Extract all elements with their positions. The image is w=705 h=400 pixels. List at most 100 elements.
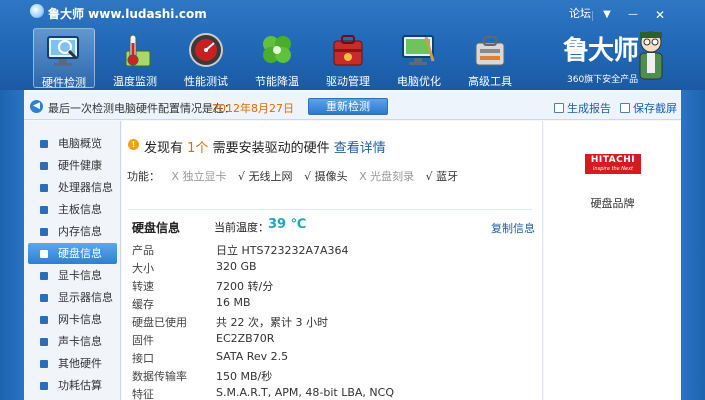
sidebar-item-label: 主板信息 — [58, 203, 102, 216]
app-logo-icon — [30, 4, 44, 18]
tool-temperature[interactable]: 温度监测 — [104, 28, 166, 88]
tool-label: 硬件检测 — [42, 76, 86, 89]
save-screenshot-label: 保存截屏 — [633, 102, 677, 115]
sidebar-item-label: 处理器信息 — [58, 181, 113, 194]
info-row-cache: 缓存 16 MB — [132, 296, 532, 314]
feature-list: 功能： X 独立显卡 √ 无线上网 √ 摄像头 X 光盘刻录 √ 蓝牙 — [127, 168, 458, 184]
camera-icon — [620, 103, 630, 113]
warning-icon: ! — [128, 139, 139, 150]
sidebar: 电脑概览 硬件健康 处理器信息 主板信息 内存信息 硬盘信息 显卡信息 显示器信… — [24, 121, 121, 400]
tool-hardware-detect[interactable]: 硬件检测 — [33, 28, 95, 89]
tool-performance[interactable]: 性能测试 — [175, 28, 237, 88]
tool-label: 节能降温 — [255, 75, 299, 88]
save-screenshot-link[interactable]: 保存截屏 — [620, 100, 677, 116]
feature-wireless: √ 无线上网 — [238, 170, 293, 183]
feature-mark: √ — [425, 170, 433, 183]
tool-label: 性能测试 — [184, 75, 228, 88]
tool-pc-optimize[interactable]: 电脑优化 — [388, 28, 450, 88]
sidebar-item-label: 内存信息 — [58, 225, 102, 238]
sidebar-item-memory[interactable]: 内存信息 — [28, 221, 117, 242]
info-row-product: 产品 日立 HTS723232A7A364 — [132, 242, 532, 260]
generate-report-link[interactable]: 生成报告 — [554, 100, 611, 116]
temperature-value: 39 ℃ — [268, 217, 307, 232]
feature-camera: √ 摄像头 — [304, 170, 348, 183]
tool-label: 温度监测 — [113, 75, 157, 88]
tool-driver-manage[interactable]: 驱动管理 — [317, 28, 379, 88]
features-label: 功能： — [127, 170, 160, 183]
view-details-link[interactable]: 查看详情 — [334, 141, 386, 156]
row-value: 320 GB — [216, 260, 257, 273]
tool-advanced[interactable]: 高级工具 — [459, 28, 521, 88]
alert-prefix: 发现有 — [144, 141, 184, 156]
sidebar-item-label: 电脑概览 — [58, 137, 102, 150]
row-value: S.M.A.R.T, APM, 48-bit LBA, NCQ — [216, 386, 394, 399]
brand-panel: HITACHI Inspire the Next 硬盘品牌 — [544, 121, 681, 400]
row-value: 150 MB/秒 — [216, 370, 273, 383]
main-panel: ! 发现有 1个 需要安装驱动的硬件 查看详情 功能： X 独立显卡 √ 无线上… — [122, 121, 543, 400]
alert-count: 1个 — [187, 141, 209, 156]
logo-line1: HITACHI — [590, 155, 636, 165]
row-value: 16 MB — [216, 296, 251, 309]
sidebar-item-monitor[interactable]: 显示器信息 — [28, 287, 117, 308]
row-key: 固件 — [132, 334, 154, 347]
row-value: 日立 HTS723232A7A364 — [216, 244, 349, 257]
sidebar-item-label: 功耗估算 — [58, 379, 102, 392]
bullet-icon — [40, 294, 48, 302]
disk-section-title: 硬盘信息 — [132, 221, 181, 235]
report-icon — [554, 103, 564, 113]
alert-suffix: 需要安装驱动的硬件 — [212, 141, 330, 156]
info-row-features: 特征 S.M.A.R.T, APM, 48-bit LBA, NCQ — [132, 386, 532, 400]
feature-name: 独立显卡 — [182, 170, 227, 183]
header-bar: 鲁大师 www.ludashi.com 论坛 ▼ — ✕ 硬件检测 温度监测 性… — [0, 0, 705, 90]
leaf-icon — [263, 36, 291, 63]
menu-dropdown-button[interactable]: ▼ — [597, 8, 617, 22]
row-key: 硬盘已使用 — [132, 316, 187, 329]
sidebar-item-overview[interactable]: 电脑概览 — [28, 133, 117, 154]
close-button[interactable]: ✕ — [650, 8, 670, 22]
row-key: 接口 — [132, 352, 154, 365]
sidebar-item-sound[interactable]: 声卡信息 — [28, 331, 117, 352]
recheck-button[interactable]: 重新检测 — [308, 98, 388, 115]
info-row-rpm: 转速 7200 转/分 — [132, 278, 532, 296]
feature-mark: X — [171, 170, 180, 183]
feature-name: 蓝牙 — [436, 170, 459, 183]
sidebar-item-health[interactable]: 硬件健康 — [28, 155, 117, 176]
sidebar-item-label: 声卡信息 — [58, 335, 102, 348]
feature-mark: √ — [304, 170, 312, 183]
sidebar-item-cpu[interactable]: 处理器信息 — [28, 177, 117, 198]
brand-subtitle: 360旗下安全产品 — [567, 75, 639, 85]
row-key: 产品 — [132, 244, 154, 257]
tool-label: 电脑优化 — [397, 75, 441, 88]
sidebar-item-network[interactable]: 网卡信息 — [28, 309, 117, 330]
toolbox-icon — [333, 35, 363, 66]
temperature-label: 当前温度： — [214, 221, 269, 234]
copy-info-link[interactable]: 复制信息 — [491, 220, 535, 236]
forum-link[interactable]: 论坛 — [569, 5, 591, 21]
sidebar-item-gpu[interactable]: 显卡信息 — [28, 265, 117, 286]
info-row-size: 大小 320 GB — [132, 260, 532, 278]
bullet-icon — [40, 382, 48, 390]
feature-name: 光盘刻录 — [370, 170, 415, 183]
info-row-interface: 接口 SATA Rev 2.5 — [132, 350, 532, 368]
speedometer-icon — [189, 33, 223, 67]
bullet-icon — [40, 272, 48, 280]
sidebar-item-other[interactable]: 其他硬件 — [28, 353, 117, 374]
row-key: 大小 — [132, 262, 154, 275]
logo-line2: Inspire the Next — [592, 166, 634, 172]
bullet-icon — [40, 338, 48, 346]
bullet-icon — [40, 162, 48, 170]
tool-energy-saving[interactable]: 节能降温 — [246, 28, 308, 88]
last-check-date: 2012年8月27日 — [212, 102, 294, 115]
sidebar-item-label: 硬盘信息 — [58, 247, 102, 260]
sidebar-item-label: 显卡信息 — [58, 269, 102, 282]
row-key: 特征 — [132, 388, 154, 400]
app-title: 鲁大师 www.ludashi.com — [48, 7, 207, 21]
bullet-icon — [40, 184, 48, 192]
tool-label: 驱动管理 — [326, 75, 370, 88]
sidebar-item-power[interactable]: 功耗估算 — [28, 375, 117, 396]
sidebar-item-disk[interactable]: 硬盘信息 — [28, 243, 117, 264]
minimize-button[interactable]: — — [623, 8, 643, 22]
feature-mark: √ — [238, 170, 246, 183]
row-value: 7200 转/分 — [216, 280, 274, 293]
sidebar-item-motherboard[interactable]: 主板信息 — [28, 199, 117, 220]
